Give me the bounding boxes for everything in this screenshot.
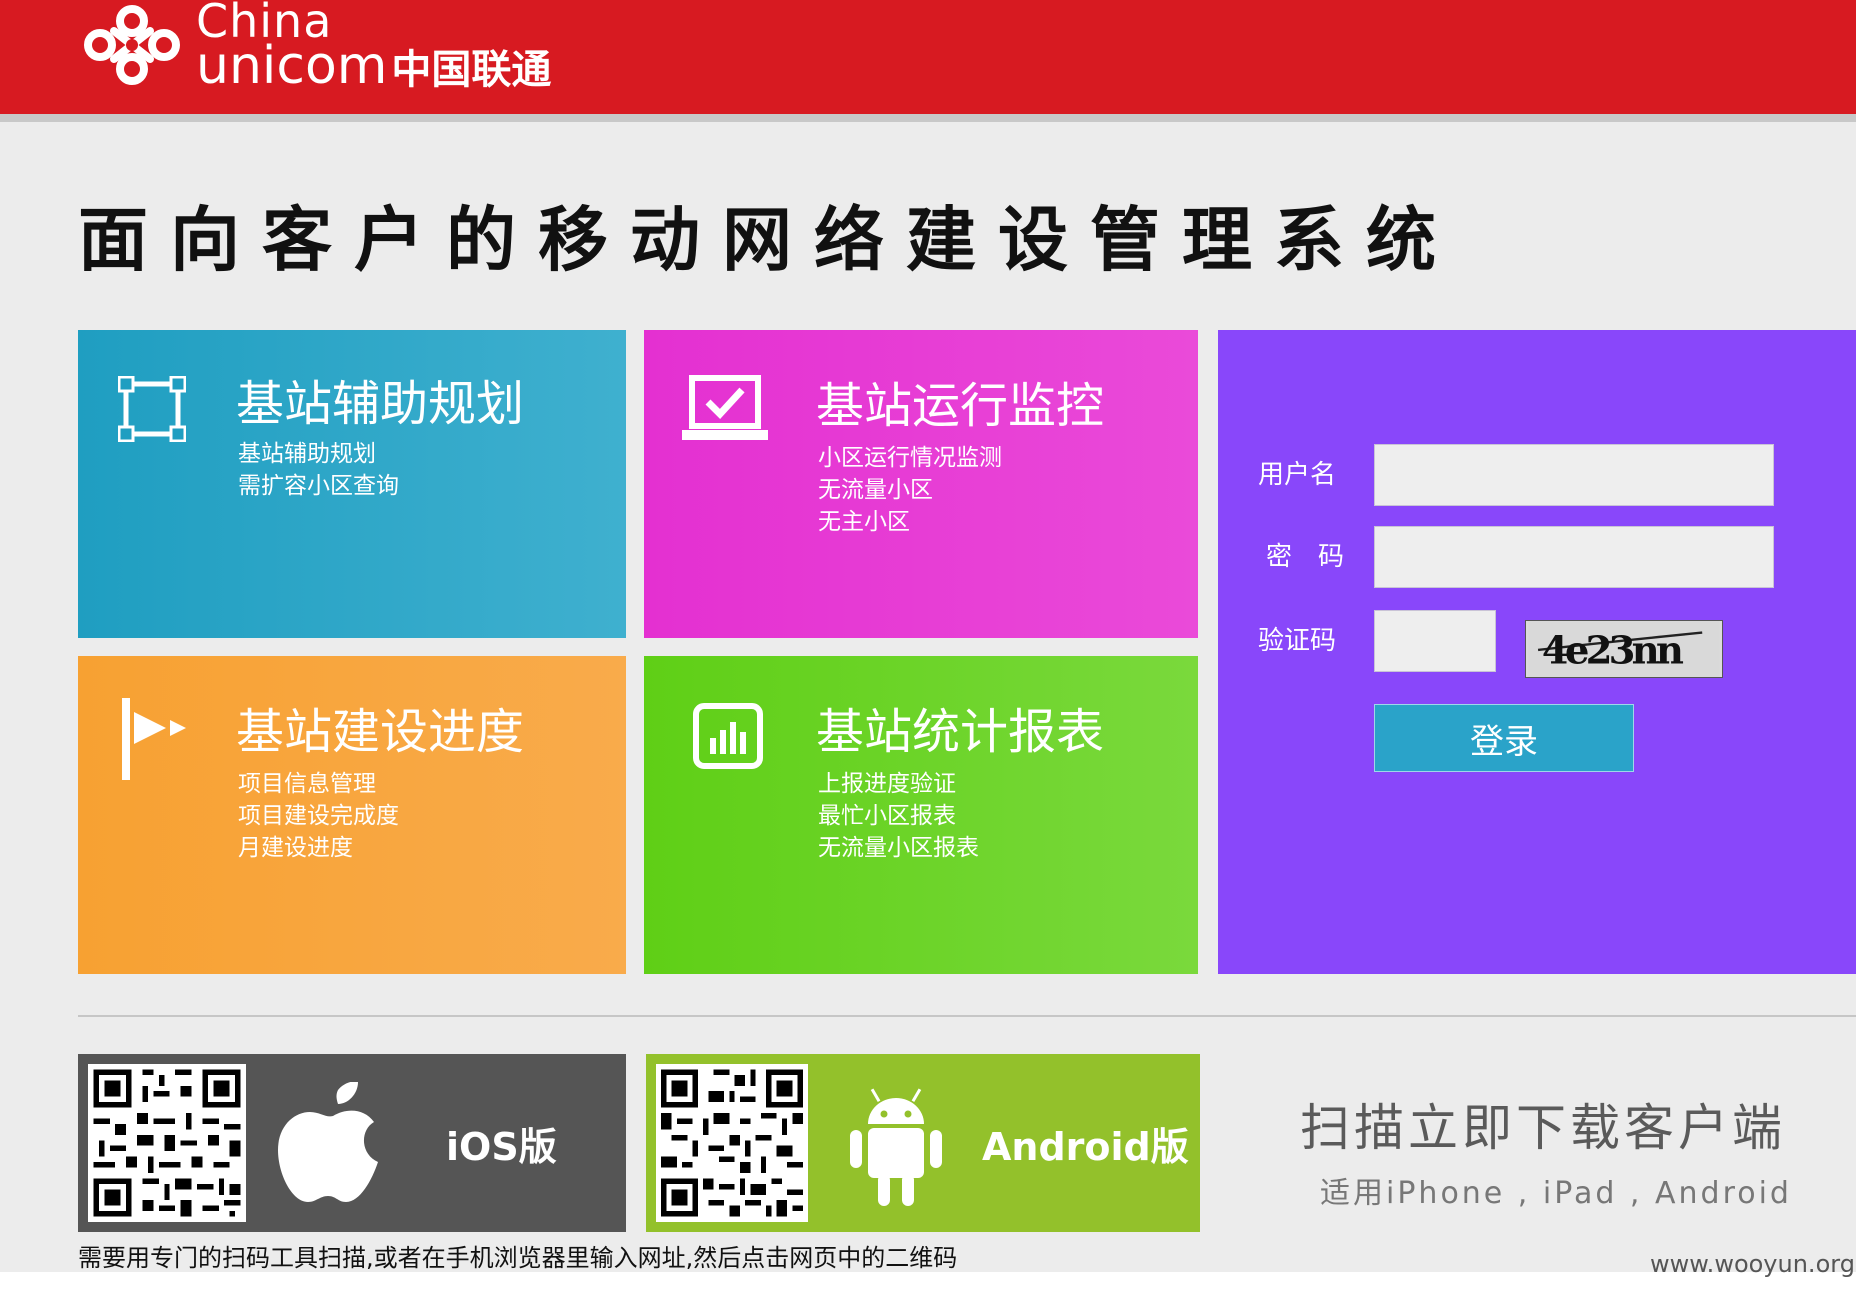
tile-link[interactable]: 项目建设完成度 bbox=[238, 800, 399, 832]
tile-item-list: 基站辅助规划 需扩容小区查询 bbox=[238, 438, 399, 502]
bar-chart-icon bbox=[693, 703, 763, 769]
password-input[interactable] bbox=[1374, 526, 1774, 588]
tile-statistics-reports[interactable]: 基站统计报表 上报进度验证 最忙小区报表 无流量小区报表 bbox=[644, 656, 1198, 974]
tile-item-list: 上报进度验证 最忙小区报表 无流量小区报表 bbox=[818, 768, 979, 864]
page-title: 面向客户的移动网络建设管理系统 bbox=[78, 198, 1458, 281]
tile-title: 基站运行监控 bbox=[816, 378, 1105, 434]
login-panel: 用户名 密 码 验证码 4e23nn 登录 bbox=[1218, 330, 1856, 974]
password-label: 密 码 bbox=[1266, 542, 1345, 572]
ios-qr-code bbox=[88, 1064, 246, 1222]
tile-construction-progress[interactable]: 基站建设进度 项目信息管理 项目建设完成度 月建设进度 bbox=[78, 656, 626, 974]
top-header: China unicom 中国联通 bbox=[0, 0, 1856, 122]
section-divider bbox=[78, 1015, 1856, 1017]
tile-link[interactable]: 基站辅助规划 bbox=[238, 438, 399, 470]
android-download-banner[interactable]: Android版 bbox=[646, 1054, 1200, 1232]
tile-link[interactable]: 项目信息管理 bbox=[238, 768, 399, 800]
laptop-check-icon bbox=[682, 375, 768, 440]
android-label: Android版 bbox=[982, 1125, 1189, 1169]
captcha-image[interactable]: 4e23nn bbox=[1525, 620, 1723, 678]
tile-link[interactable]: 无流量小区 bbox=[818, 474, 1002, 506]
tile-link[interactable]: 无流量小区报表 bbox=[818, 832, 979, 864]
unicom-knot-icon bbox=[84, 5, 180, 85]
captcha-text: 4e23nn bbox=[1542, 628, 1684, 673]
tile-title: 基站统计报表 bbox=[816, 704, 1105, 760]
selection-frame-icon bbox=[118, 376, 186, 442]
login-button[interactable]: 登录 bbox=[1374, 704, 1634, 772]
tile-link[interactable]: 无主小区 bbox=[818, 506, 1002, 538]
flag-progress-icon bbox=[122, 698, 186, 780]
android-qr-code bbox=[656, 1064, 808, 1222]
china-unicom-logo[interactable]: China unicom 中国联通 bbox=[78, 0, 551, 92]
qr-scan-note: 需要用专门的扫码工具扫描,或者在手机浏览器里输入网址,然后点击网页中的二维码 bbox=[78, 1244, 958, 1272]
tile-link[interactable]: 最忙小区报表 bbox=[818, 800, 979, 832]
ios-download-banner[interactable]: iOS版 bbox=[78, 1054, 626, 1232]
tile-title: 基站辅助规划 bbox=[236, 376, 525, 432]
scan-download-title: 扫描立即下载客户端 bbox=[1300, 1099, 1786, 1157]
tile-site-monitoring[interactable]: 基站运行监控 小区运行情况监测 无流量小区 无主小区 bbox=[644, 330, 1198, 638]
scan-download-subtitle: 适用iPhone , iPad , Android bbox=[1320, 1176, 1792, 1211]
tile-link[interactable]: 需扩容小区查询 bbox=[238, 470, 399, 502]
tile-item-list: 小区运行情况监测 无流量小区 无主小区 bbox=[818, 442, 1002, 538]
tile-site-planning[interactable]: 基站辅助规划 基站辅助规划 需扩容小区查询 bbox=[78, 330, 626, 638]
captcha-input[interactable] bbox=[1374, 610, 1496, 672]
captcha-label: 验证码 bbox=[1258, 626, 1337, 656]
username-label: 用户名 bbox=[1258, 460, 1337, 490]
logo-wordmark: China unicom 中国联通 bbox=[196, 0, 551, 92]
android-robot-icon bbox=[850, 1088, 942, 1206]
tile-title: 基站建设进度 bbox=[236, 704, 525, 760]
logo-unicom-text: unicom bbox=[196, 36, 388, 96]
apple-icon bbox=[278, 1082, 378, 1202]
tile-item-list: 项目信息管理 项目建设完成度 月建设进度 bbox=[238, 768, 399, 864]
tile-link[interactable]: 小区运行情况监测 bbox=[818, 442, 1002, 474]
watermark-text: www.wooyun.org bbox=[1650, 1250, 1855, 1278]
ios-label: iOS版 bbox=[446, 1125, 557, 1169]
tile-link[interactable]: 月建设进度 bbox=[238, 832, 399, 864]
username-input[interactable] bbox=[1374, 444, 1774, 506]
logo-chinese-text: 中国联通 bbox=[391, 47, 552, 93]
tile-link[interactable]: 上报进度验证 bbox=[818, 768, 979, 800]
main-content: 面向客户的移动网络建设管理系统 基站辅助规划 基站辅助规划 需扩容小区查询 基站… bbox=[0, 122, 1856, 1272]
